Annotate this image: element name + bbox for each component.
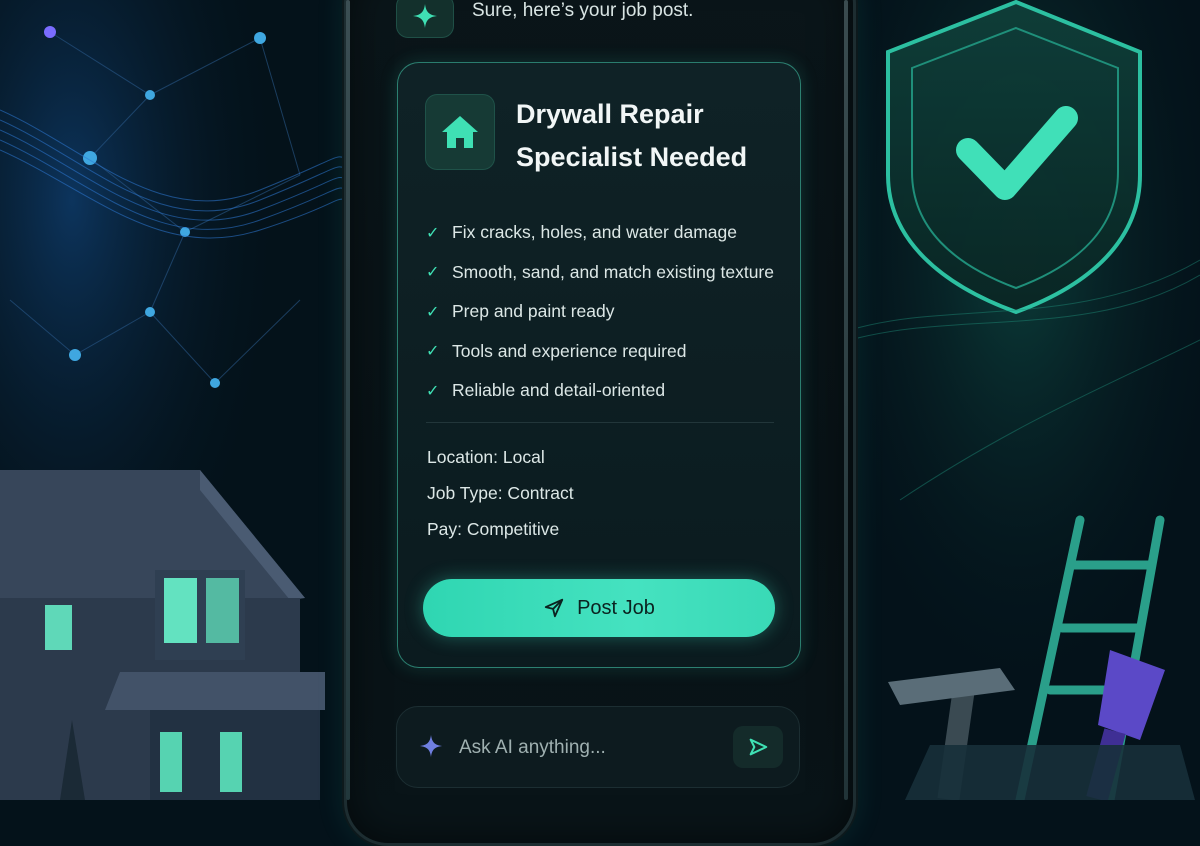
assistant-message: Sure, here’s your job post. (396, 0, 693, 38)
requirement-text: Tools and experience required (452, 340, 687, 361)
job-post-card: Drywall Repair Specialist Needed ✓ Fix c… (397, 62, 801, 668)
phone-edge-right (844, 0, 848, 800)
check-icon: ✓ (426, 382, 440, 400)
check-icon: ✓ (426, 343, 440, 361)
house-icon (425, 94, 495, 170)
job-title: Drywall Repair Specialist Needed (516, 99, 748, 172)
send-button[interactable] (733, 726, 783, 768)
list-item: ✓ Fix cracks, holes, and water damage (426, 213, 774, 253)
list-item: ✓ Tools and experience required (426, 332, 774, 372)
requirement-text: Prep and paint ready (452, 301, 615, 322)
requirement-text: Fix cracks, holes, and water damage (452, 222, 737, 243)
requirement-text: Reliable and detail-oriented (452, 380, 666, 401)
requirement-text: Smooth, sand, and match existing texture (452, 261, 774, 282)
sparkle-icon (419, 734, 443, 763)
job-type-detail: Job Type: Contract (427, 483, 574, 503)
requirements-list: ✓ Fix cracks, holes, and water damage ✓ … (426, 213, 774, 411)
assistant-message-text: Sure, here’s your job post. (472, 0, 694, 21)
ask-ai-input[interactable] (457, 731, 721, 765)
send-icon (749, 738, 768, 756)
post-job-button[interactable]: Post Job (423, 579, 775, 637)
divider (426, 422, 774, 423)
location-detail: Location: Local (427, 447, 545, 467)
pay-detail: Pay: Competitive (427, 519, 560, 539)
list-item: ✓ Smooth, sand, and match existing textu… (426, 253, 774, 293)
ask-ai-bar (396, 706, 800, 788)
post-job-label: Post Job (577, 596, 655, 619)
send-icon (544, 598, 564, 618)
check-icon: ✓ (426, 264, 440, 282)
check-icon: ✓ (426, 303, 440, 321)
check-icon: ✓ (426, 224, 440, 242)
list-item: ✓ Prep and paint ready (426, 292, 774, 332)
phone-edge-left (346, 0, 350, 800)
sparkle-icon (396, 0, 454, 38)
list-item: ✓ Reliable and detail-oriented (426, 371, 774, 411)
